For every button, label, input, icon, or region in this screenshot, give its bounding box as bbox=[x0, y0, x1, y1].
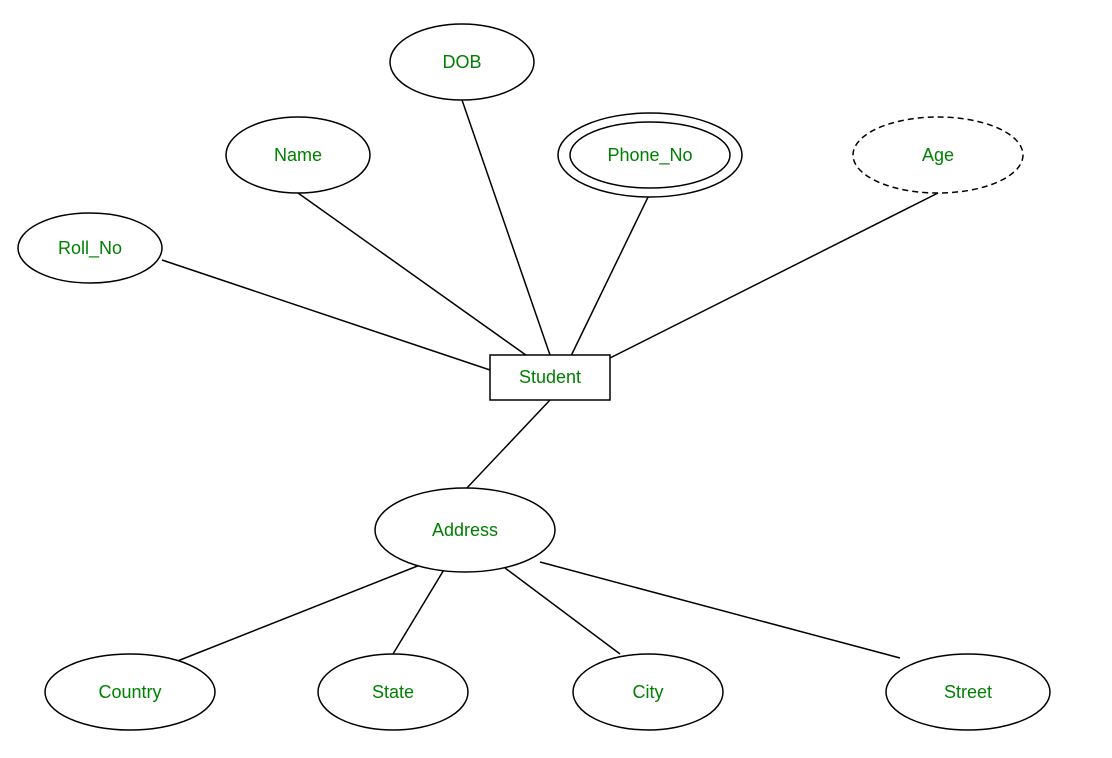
line-student-name bbox=[298, 193, 530, 358]
line-address-street bbox=[540, 562, 900, 658]
dob-label: DOB bbox=[442, 52, 481, 72]
age-label: Age bbox=[922, 145, 954, 165]
line-student-phone bbox=[570, 193, 650, 358]
line-address-country bbox=[175, 565, 420, 662]
line-student-dob bbox=[462, 100, 550, 355]
rollno-label: Roll_No bbox=[58, 238, 122, 259]
line-student-address bbox=[465, 400, 550, 490]
student-entity-label: Student bbox=[519, 367, 581, 387]
city-label: City bbox=[633, 682, 664, 702]
line-student-rollno bbox=[162, 260, 490, 370]
address-label: Address bbox=[432, 520, 498, 540]
street-label: Street bbox=[944, 682, 992, 702]
line-address-state bbox=[393, 568, 445, 654]
line-student-age bbox=[610, 193, 938, 358]
state-label: State bbox=[372, 682, 414, 702]
line-address-city bbox=[505, 568, 620, 654]
er-diagram: Student DOB Name Phone_No Age Roll_No Ad… bbox=[0, 0, 1112, 753]
name-label: Name bbox=[274, 145, 322, 165]
country-label: Country bbox=[98, 682, 161, 702]
phone-label: Phone_No bbox=[607, 145, 692, 166]
